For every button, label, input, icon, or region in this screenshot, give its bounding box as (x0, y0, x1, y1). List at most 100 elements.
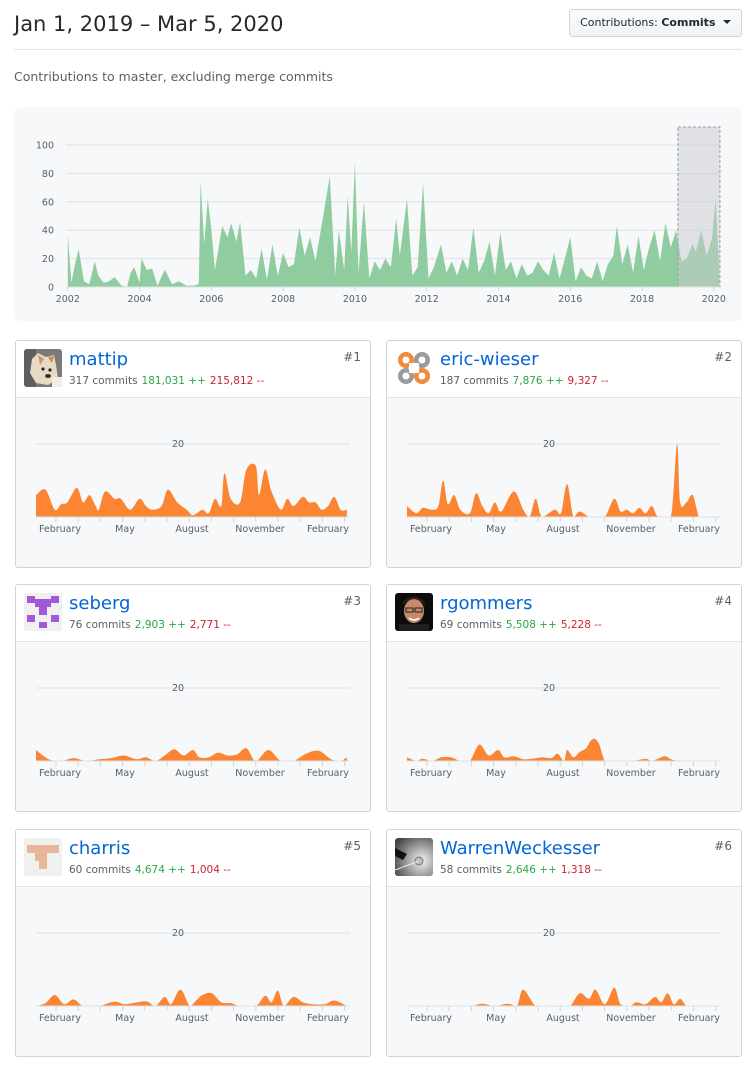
y-tick-label: 20 (172, 683, 184, 694)
contributions-label: Contributions: (580, 16, 658, 29)
x-tick-label: February (307, 524, 349, 535)
additions-count: 4,674 ++ (134, 864, 186, 876)
x-tick-label: February (410, 768, 452, 779)
contributor-rank: #5 (343, 839, 361, 853)
x-tick-label: November (606, 524, 656, 535)
contributor-name-link[interactable]: WarrenWeckesser (440, 838, 600, 859)
commit-count: 69 commits (440, 619, 502, 631)
x-tick-label: May (486, 1013, 506, 1024)
peach-identicon-avatar[interactable] (24, 838, 62, 876)
contributor-rank: #1 (343, 350, 361, 364)
x-tick-label: February (410, 524, 452, 535)
x-tick-label: February (39, 768, 81, 779)
contributor-name-link[interactable]: rgommers (440, 593, 532, 614)
contributor-stats: 58 commits 2,646 ++ 1,318 -- (440, 864, 602, 876)
deletions-count: 1,318 -- (560, 864, 602, 876)
grayscale-photo-avatar[interactable] (395, 838, 433, 876)
contributor-card-header: seberg 76 commits 2,903 ++ 2,771 -- #3 (16, 585, 370, 642)
contributor-card-header: charris 60 commits 4,674 ++ 1,004 -- #5 (16, 830, 370, 887)
x-tick-label: 2012 (415, 294, 439, 305)
contributor-card-header: WarrenWeckesser 58 commits 2,646 ++ 1,318 -… (387, 830, 741, 887)
contributor-card: WarrenWeckesser 58 commits 2,646 ++ 1,318 -… (386, 829, 742, 1057)
x-tick-label: 2010 (343, 294, 367, 305)
x-tick-label: February (307, 1013, 349, 1024)
contributor-activity-chart[interactable]: 20 February May August November February (16, 887, 371, 1057)
person-photo-avatar[interactable] (395, 593, 433, 631)
overall-commits-chart[interactable]: 0 20 40 60 80 100 2002 2004 2006 2008 2010 2012 2014… (14, 107, 742, 321)
x-tick-label: November (606, 768, 656, 779)
contributor-name-link[interactable]: mattip (69, 349, 128, 370)
x-tick-label: November (235, 1013, 285, 1024)
x-tick-label: May (115, 524, 135, 535)
x-tick-label: May (486, 768, 506, 779)
deletions-count: 5,228 -- (560, 619, 602, 631)
contributor-commits-area (36, 989, 347, 1006)
x-tick-label: February (307, 768, 349, 779)
additions-count: 181,031 ++ (141, 375, 206, 387)
contributor-activity-chart[interactable]: 20 February May August November February (387, 887, 742, 1057)
x-tick-label: 2004 (127, 294, 151, 305)
x-tick-label: August (546, 524, 580, 535)
x-tick-label: May (115, 1013, 135, 1024)
y-tick-label: 20 (42, 254, 54, 265)
orange-knot-avatar[interactable] (395, 349, 433, 387)
additions-count: 7,876 ++ (512, 375, 564, 387)
contributor-commits-area (407, 443, 712, 517)
x-tick-label: February (678, 524, 720, 535)
contributor-card-header: eric-wieser 187 commits 7,876 ++ 9,327 -- #2 (387, 341, 741, 398)
additions-count: 5,508 ++ (505, 619, 557, 631)
contributor-activity-chart[interactable]: 20 February May August November February (387, 642, 742, 812)
contributor-rank: #6 (714, 839, 732, 853)
x-tick-label: 2016 (558, 294, 582, 305)
contributor-stats: 317 commits 181,031 ++ 215,812 -- (69, 375, 264, 387)
x-tick-label: May (115, 768, 135, 779)
x-tick-label: May (486, 524, 506, 535)
deletions-count: 1,004 -- (189, 864, 231, 876)
contributor-card: eric-wieser 187 commits 7,876 ++ 9,327 -- #2… (386, 340, 742, 568)
contributor-commits-area (36, 748, 347, 761)
contributions-value: Commits (661, 16, 716, 29)
x-tick-label: November (235, 768, 285, 779)
x-tick-label: August (175, 524, 209, 535)
purple-identicon-avatar[interactable] (24, 593, 62, 631)
contributor-rank: #4 (714, 594, 732, 608)
dog-photo-avatar[interactable] (24, 349, 62, 387)
y-tick-label: 0 (48, 283, 54, 294)
contributor-card: charris 60 commits 4,674 ++ 1,004 -- #5 20 Feb… (15, 829, 371, 1057)
contributor-activity-chart[interactable]: 20 February May August November February (387, 398, 742, 568)
contributor-commits-area (36, 463, 347, 517)
contributor-card: rgommers 69 commits 5,508 ++ 5,228 -- #4 20 Fe… (386, 584, 742, 812)
contributor-activity-chart[interactable]: 20 February May August November February (16, 642, 371, 812)
additions-count: 2,646 ++ (505, 864, 557, 876)
contributions-type-dropdown[interactable]: Contributions: Commits (569, 9, 742, 37)
chart-subtitle: Contributions to master, excluding merge… (14, 69, 333, 84)
y-tick-label: 20 (172, 928, 184, 939)
date-range-title: Jan 1, 2019 – Mar 5, 2020 (14, 12, 284, 36)
contributor-name-link[interactable]: charris (69, 838, 130, 859)
commits-area (67, 162, 720, 287)
x-tick-label: February (39, 1013, 81, 1024)
x-tick-label: August (546, 768, 580, 779)
caret-down-icon (723, 20, 731, 24)
contributor-activity-chart[interactable]: 20 February May August November February (16, 398, 371, 568)
x-tick-label: 2002 (56, 294, 80, 305)
overall-commits-svg[interactable]: 0 20 40 60 80 100 2002 2004 2006 2008 2010 2012 2014… (14, 107, 742, 321)
y-tick-label: 100 (36, 141, 54, 152)
contributor-stats: 69 commits 5,508 ++ 5,228 -- (440, 619, 602, 631)
contributor-name-link[interactable]: seberg (69, 593, 130, 614)
x-tick-label: 2020 (702, 294, 726, 305)
y-tick-label: 40 (42, 226, 54, 237)
x-tick-label: November (235, 524, 285, 535)
contributor-card-header: rgommers 69 commits 5,508 ++ 5,228 -- #4 (387, 585, 741, 642)
date-range-selection-brush[interactable] (677, 126, 721, 288)
x-tick-label: August (175, 768, 209, 779)
x-tick-label: February (39, 524, 81, 535)
deletions-count: 2,771 -- (189, 619, 231, 631)
deletions-count: 9,327 -- (567, 375, 609, 387)
y-tick-label: 80 (42, 169, 54, 180)
y-tick-label: 20 (543, 683, 555, 694)
deletions-count: 215,812 -- (209, 375, 265, 387)
contributor-rank: #2 (714, 350, 732, 364)
contributor-rank: #3 (343, 594, 361, 608)
contributor-name-link[interactable]: eric-wieser (440, 349, 539, 370)
